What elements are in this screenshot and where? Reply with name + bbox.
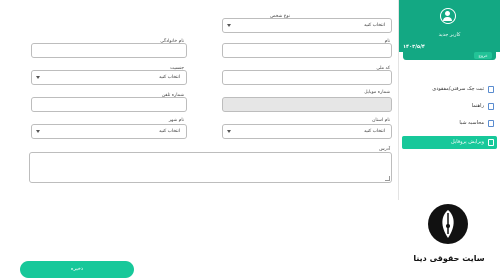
chevron-down-icon bbox=[227, 24, 231, 27]
mobile-field bbox=[222, 97, 392, 112]
user-name: کاربر جدید bbox=[438, 32, 461, 38]
person-type-value: انتخاب کنید bbox=[363, 23, 385, 28]
sidebar-item-label: محاسبه شبا bbox=[459, 120, 484, 126]
city-label: نام شهر bbox=[168, 118, 184, 123]
brand-name: سایت حقوقی دینا bbox=[413, 254, 485, 263]
help-book-icon bbox=[488, 103, 494, 110]
province-label: نام استان bbox=[372, 118, 390, 123]
province-select[interactable]: انتخاب کنید bbox=[222, 124, 392, 139]
resize-handle-icon[interactable] bbox=[385, 176, 390, 181]
user-body-icon bbox=[443, 17, 452, 21]
address-textarea[interactable] bbox=[29, 152, 392, 183]
mobile-label: شماره موبایل bbox=[364, 90, 390, 95]
sidebar-item-help[interactable]: راهنما bbox=[402, 100, 497, 113]
profile-form: نوع شخص انتخاب کنید نام خانوادگی نام جنس… bbox=[0, 0, 398, 280]
sidebar-item-stolen-check[interactable]: ثبت چک سرقتی/مفقودی bbox=[402, 83, 497, 96]
sidebar-item-label: ویرایش پروفایل bbox=[451, 139, 484, 145]
first-name-field[interactable] bbox=[222, 43, 392, 58]
current-date: ۱۴۰۳/۵/۴ bbox=[403, 44, 425, 50]
sidebar-header: کاربر جدید ۱۴۰۳/۵/۴ bbox=[399, 0, 500, 52]
brand-logo: سایت حقوقی دینا bbox=[398, 200, 500, 280]
sidebar-item-label: راهنما bbox=[471, 103, 484, 109]
exit-button[interactable]: خروج bbox=[474, 52, 492, 59]
province-value: انتخاب کنید bbox=[363, 129, 385, 134]
person-type-select[interactable]: انتخاب کنید bbox=[222, 18, 392, 33]
document-icon bbox=[488, 86, 494, 93]
pen-nib-logo-icon bbox=[428, 204, 468, 244]
save-button[interactable]: ذخیره bbox=[20, 261, 134, 278]
avatar bbox=[440, 8, 456, 24]
chevron-down-icon bbox=[36, 76, 40, 79]
calculator-icon bbox=[488, 120, 494, 127]
sidebar-item-sheba[interactable]: محاسبه شبا bbox=[402, 117, 497, 130]
chevron-down-icon bbox=[227, 130, 231, 133]
edit-profile-icon bbox=[488, 139, 494, 146]
phone-field[interactable] bbox=[31, 97, 187, 112]
sidebar-item-label: ثبت چک سرقتی/مفقودی bbox=[432, 86, 484, 92]
exit-bar: خروج bbox=[403, 52, 496, 60]
national-code-field[interactable] bbox=[222, 70, 392, 85]
city-select[interactable]: انتخاب کنید bbox=[31, 124, 187, 139]
gender-select[interactable]: انتخاب کنید bbox=[31, 70, 187, 85]
sidebar: کاربر جدید ۱۴۰۳/۵/۴ خروج ثبت چک سرقتی/مف… bbox=[398, 0, 500, 200]
chevron-down-icon bbox=[36, 130, 40, 133]
sidebar-item-edit-profile[interactable]: ویرایش پروفایل bbox=[402, 136, 497, 149]
city-value: انتخاب کنید bbox=[158, 129, 180, 134]
user-head-icon bbox=[445, 11, 450, 16]
gender-value: انتخاب کنید bbox=[158, 75, 180, 80]
last-name-field[interactable] bbox=[31, 43, 187, 58]
